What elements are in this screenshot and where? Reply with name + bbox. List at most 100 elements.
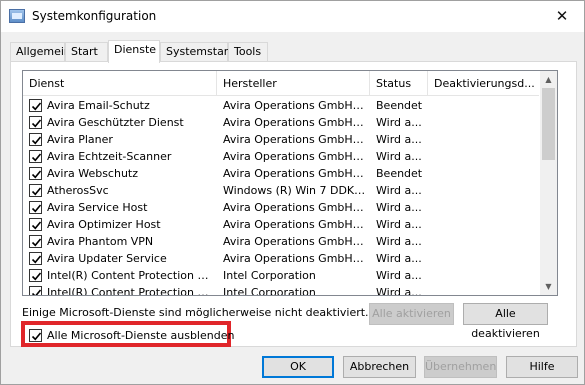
table-row[interactable]: Avira Webschutz Avira Operations GmbH & .…	[23, 165, 539, 182]
service-status: Wird a...	[376, 235, 422, 248]
service-name: Avira Optimizer Host	[47, 218, 161, 231]
service-manufacturer: Avira Operations GmbH & ...	[223, 218, 367, 231]
service-checkbox[interactable]	[29, 218, 42, 231]
table-row[interactable]: Avira Service Host Avira Operations GmbH …	[23, 199, 539, 216]
checkmark-icon	[31, 204, 42, 213]
tab-start[interactable]: Start	[65, 42, 108, 62]
checkmark-icon	[31, 153, 42, 162]
tab-systemstart[interactable]: Systemstart	[160, 42, 233, 62]
service-manufacturer: Avira Operations GmbH & ...	[223, 252, 367, 265]
service-checkbox[interactable]	[29, 235, 42, 248]
service-name: Avira Phantom VPN	[47, 235, 154, 248]
service-status: Wird a...	[376, 218, 422, 231]
service-status: Wird a...	[376, 201, 422, 214]
tab-allgemein[interactable]: Allgemein	[10, 42, 71, 62]
service-manufacturer: Avira Operations GmbH & ...	[223, 133, 367, 146]
service-status: Wird a...	[376, 269, 422, 282]
service-checkbox[interactable]	[29, 133, 42, 146]
table-row[interactable]: Avira Email-Schutz Avira Operations GmbH …	[23, 97, 539, 114]
hide-microsoft-services-checkbox[interactable]	[29, 329, 42, 342]
service-checkbox[interactable]	[29, 201, 42, 214]
checkmark-icon	[31, 187, 42, 196]
table-row[interactable]: Intel(R) Content Protection HDC... Intel …	[23, 284, 539, 296]
hide-microsoft-services-label[interactable]: Alle Microsoft-Dienste ausblenden	[47, 329, 234, 342]
table-row[interactable]: Avira Updater Service Avira Operations Gm…	[23, 250, 539, 267]
service-checkbox[interactable]	[29, 116, 42, 129]
service-checkbox[interactable]	[29, 99, 42, 112]
service-rows: Avira Email-Schutz Avira Operations GmbH …	[23, 97, 539, 296]
tab-dienste[interactable]: Dienste	[108, 40, 160, 63]
service-manufacturer: Avira Operations GmbH & ...	[223, 235, 367, 248]
table-row[interactable]: AtherosSvc Windows (R) Win 7 DDK pr... Wir…	[23, 182, 539, 199]
column-header-status[interactable]: Status	[370, 71, 427, 96]
microsoft-services-note: Einige Microsoft-Dienste sind möglicherw…	[22, 306, 369, 319]
table-row[interactable]: Avira Optimizer Host Avira Operations Gmb…	[23, 216, 539, 233]
cancel-button[interactable]: Abbrechen	[343, 356, 416, 378]
service-name: Intel(R) Content Protection HEC...	[47, 269, 213, 282]
service-manufacturer: Intel Corporation	[223, 286, 316, 296]
checkmark-icon	[31, 289, 42, 295]
checkmark-icon	[31, 272, 42, 281]
list-header: Dienst Hersteller Status Deaktivierungsd…	[23, 71, 539, 96]
table-row[interactable]: Avira Echtzeit-Scanner Avira Operations G…	[23, 148, 539, 165]
service-checkbox[interactable]	[29, 167, 42, 180]
disable-all-button[interactable]: Alle deaktivieren	[463, 303, 548, 340]
service-status: Wird a...	[376, 150, 422, 163]
column-header-deactivation-date[interactable]: Deaktivierungsd...	[428, 71, 539, 96]
enable-all-button[interactable]: Alle aktivieren	[369, 303, 454, 325]
service-manufacturer: Avira Operations GmbH & ...	[223, 99, 367, 112]
service-checkbox[interactable]	[29, 269, 42, 282]
service-status: Wird a...	[376, 286, 422, 296]
service-name: Intel(R) Content Protection HDC...	[47, 286, 213, 296]
service-manufacturer: Avira Operations GmbH & ...	[223, 201, 367, 214]
service-status: Wird a...	[376, 116, 422, 129]
service-status: Beendet	[376, 167, 423, 180]
checkmark-icon	[31, 119, 42, 128]
services-panel: Dienst Hersteller Status Deaktivierungsd…	[10, 61, 577, 347]
scroll-up-icon[interactable]: ▲	[540, 71, 557, 88]
table-row[interactable]: Avira Geschützter Dienst Avira Operations…	[23, 114, 539, 131]
title-bar: Systemkonfiguration ✕	[1, 1, 584, 32]
service-name: Avira Service Host	[47, 201, 148, 214]
vertical-scrollbar[interactable]: ▲ ▼	[540, 71, 557, 295]
service-status: Wird a...	[376, 184, 422, 197]
service-checkbox[interactable]	[29, 252, 42, 265]
service-name: Avira Geschützter Dienst	[47, 116, 184, 129]
service-name: Avira Planer	[47, 133, 113, 146]
checkmark-icon	[31, 332, 42, 341]
service-name: Avira Echtzeit-Scanner	[47, 150, 172, 163]
services-list[interactable]: Dienst Hersteller Status Deaktivierungsd…	[22, 70, 558, 296]
service-status: Wird a...	[376, 252, 422, 265]
service-manufacturer: Avira Operations GmbH & ...	[223, 167, 367, 180]
service-status: Beendet	[376, 99, 423, 112]
service-name: Avira Updater Service	[47, 252, 167, 265]
checkmark-icon	[31, 221, 42, 230]
checkmark-icon	[31, 238, 42, 247]
service-name: Avira Webschutz	[47, 167, 138, 180]
scroll-thumb[interactable]	[542, 88, 555, 160]
apply-button[interactable]: Übernehmen	[424, 356, 497, 378]
service-checkbox[interactable]	[29, 184, 42, 197]
column-header-service[interactable]: Dienst	[23, 71, 216, 96]
service-checkbox[interactable]	[29, 150, 42, 163]
msconfig-icon	[9, 9, 25, 23]
table-row[interactable]: Avira Planer Avira Operations GmbH & ... W…	[23, 131, 539, 148]
service-manufacturer: Intel Corporation	[223, 269, 316, 282]
hide-microsoft-services-highlight: Alle Microsoft-Dienste ausblenden	[21, 321, 234, 347]
window-title: Systemkonfiguration	[32, 9, 157, 23]
close-icon[interactable]: ✕	[547, 5, 577, 29]
service-manufacturer: Windows (R) Win 7 DDK pr...	[223, 184, 367, 197]
service-checkbox[interactable]	[29, 286, 42, 295]
help-button[interactable]: Hilfe	[506, 356, 578, 378]
service-status: Wird a...	[376, 133, 422, 146]
table-row[interactable]: Intel(R) Content Protection HEC... Intel …	[23, 267, 539, 284]
table-row[interactable]: Avira Phantom VPN Avira Operations GmbH &…	[23, 233, 539, 250]
checkmark-icon	[31, 255, 42, 264]
column-header-manufacturer[interactable]: Hersteller	[217, 71, 369, 96]
tab-tools[interactable]: Tools	[228, 42, 268, 62]
checkmark-icon	[31, 136, 42, 145]
system-configuration-window: Systemkonfiguration ✕ Allgemein Start Di…	[0, 0, 585, 385]
checkmark-icon	[31, 170, 42, 179]
scroll-down-icon[interactable]: ▼	[540, 278, 557, 295]
ok-button[interactable]: OK	[262, 356, 334, 378]
